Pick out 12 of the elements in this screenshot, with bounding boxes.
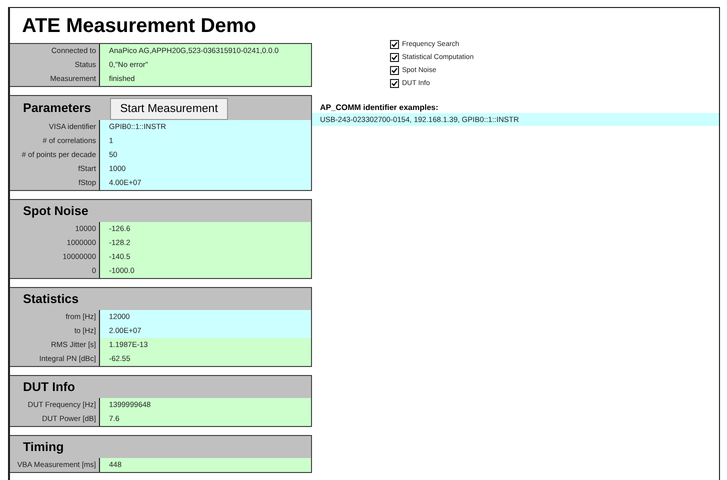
section-title: Parameters	[22, 101, 92, 115]
checkbox[interactable]	[390, 53, 399, 62]
checkbox[interactable]	[390, 79, 399, 88]
section-title: Timing	[22, 440, 65, 454]
start-measurement-button[interactable]: Start Measurement	[110, 98, 228, 120]
page-title: ATE Measurement Demo	[21, 14, 258, 39]
checkbox[interactable]	[390, 66, 399, 75]
identifier-heading: AP_COMM identifier examples:	[319, 102, 440, 113]
section-title: DUT Info	[22, 380, 76, 394]
checkbox[interactable]	[390, 40, 399, 49]
section-title: Spot Noise	[22, 204, 90, 218]
section-title: Statistics	[22, 292, 80, 306]
